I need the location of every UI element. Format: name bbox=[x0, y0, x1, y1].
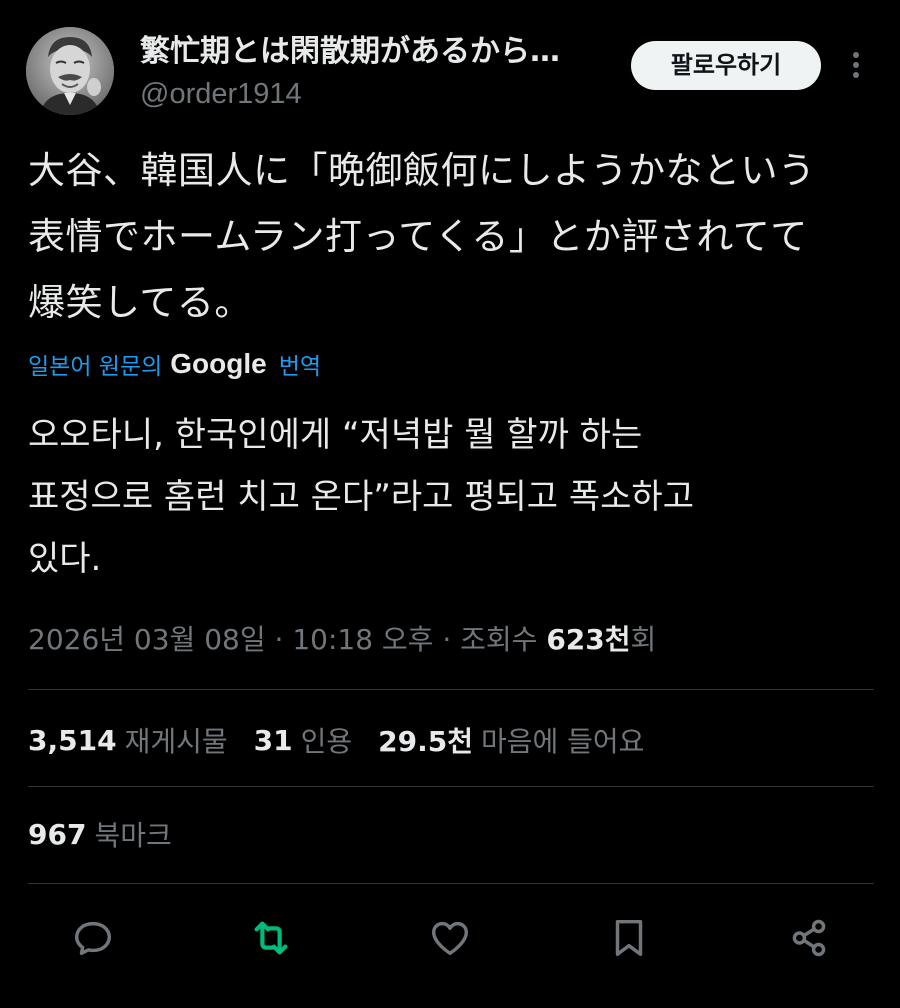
share-icon[interactable] bbox=[786, 915, 832, 961]
bookmarks-label: 북마크 bbox=[94, 819, 172, 852]
reposts-label: 재게시물 bbox=[124, 725, 228, 758]
views-count: 623천 bbox=[546, 623, 631, 656]
tweet-text-line: 大谷、韓国人に「晩御飯何にしようかなという bbox=[28, 149, 816, 192]
avatar[interactable] bbox=[26, 27, 114, 115]
reposts-stat[interactable]: 3,514 재게시물 bbox=[28, 720, 228, 760]
tweet-header: 繁忙期とは閑散期があるから… @order1914 팔로우하기 bbox=[0, 0, 900, 130]
tweet-time[interactable]: 10:18 오후 bbox=[292, 623, 433, 656]
display-name[interactable]: 繁忙期とは閑散期があるから… bbox=[140, 34, 610, 70]
translated-text-line: 표정으로 홈런 치고 온다”라고 평되고 폭소하고 bbox=[28, 477, 694, 517]
repost-icon[interactable] bbox=[248, 915, 294, 961]
user-handle[interactable]: @order1914 bbox=[140, 76, 302, 112]
tweet-metadata: 2026년 03월 08일 · 10:18 오후 · 조회수 623천회 bbox=[28, 618, 656, 662]
views-label: 조회수 bbox=[460, 623, 547, 656]
likes-label: 마음에 들어요 bbox=[480, 725, 645, 758]
google-logo: Google bbox=[170, 348, 267, 379]
more-vertical-icon[interactable] bbox=[846, 48, 866, 82]
quotes-label: 인용 bbox=[300, 725, 353, 758]
likes-stat[interactable]: 29.5천 마음에 들어요 bbox=[378, 720, 644, 760]
meta-separator: · bbox=[433, 623, 461, 656]
divider bbox=[28, 786, 874, 787]
reposts-count: 3,514 bbox=[28, 723, 117, 757]
tweet-text-line: 表情でホームラン打ってくる」とか評されてて bbox=[28, 215, 808, 258]
follow-button[interactable]: 팔로우하기 bbox=[631, 41, 821, 90]
bookmark-icon[interactable] bbox=[606, 915, 652, 961]
heart-icon[interactable] bbox=[427, 915, 473, 961]
action-bar bbox=[0, 905, 900, 971]
translated-text: 오오타니, 한국인에게 “저녁밥 뭘 할까 하는 표정으로 홈런 치고 온다”라… bbox=[28, 404, 878, 590]
divider bbox=[28, 883, 874, 884]
engagement-stats: 3,514 재게시물 31 인용 29.5천 마음에 들어요 bbox=[28, 718, 670, 762]
quotes-count: 31 bbox=[253, 723, 293, 757]
translate-source-link[interactable]: 일본어 원문의 bbox=[28, 347, 162, 381]
translated-text-line: 오오타니, 한국인에게 “저녁밥 뭘 할까 하는 bbox=[28, 415, 643, 455]
translated-text-line: 있다. bbox=[28, 539, 102, 579]
quotes-stat[interactable]: 31 인용 bbox=[254, 720, 353, 760]
views-suffix: 회 bbox=[630, 623, 657, 656]
avatar-portrait-image bbox=[26, 27, 114, 115]
meta-separator: · bbox=[265, 623, 293, 656]
likes-count: 29.5천 bbox=[378, 725, 473, 758]
reply-icon[interactable] bbox=[70, 915, 116, 961]
divider bbox=[28, 689, 874, 690]
translate-label-link[interactable]: 번역 bbox=[279, 347, 321, 381]
bookmarks-stat[interactable]: 967 북마크 bbox=[28, 812, 172, 856]
bookmarks-count: 967 bbox=[28, 817, 87, 851]
tweet-text: 大谷、韓国人に「晩御飯何にしようかなという 表情でホームラン打ってくる」とか評さ… bbox=[28, 138, 878, 336]
tweet-date[interactable]: 2026년 03월 08일 bbox=[28, 623, 266, 656]
tweet-text-line: 爆笑してる。 bbox=[28, 281, 252, 324]
translation-attribution: 일본어 원문의 Google 번역 bbox=[28, 344, 321, 384]
